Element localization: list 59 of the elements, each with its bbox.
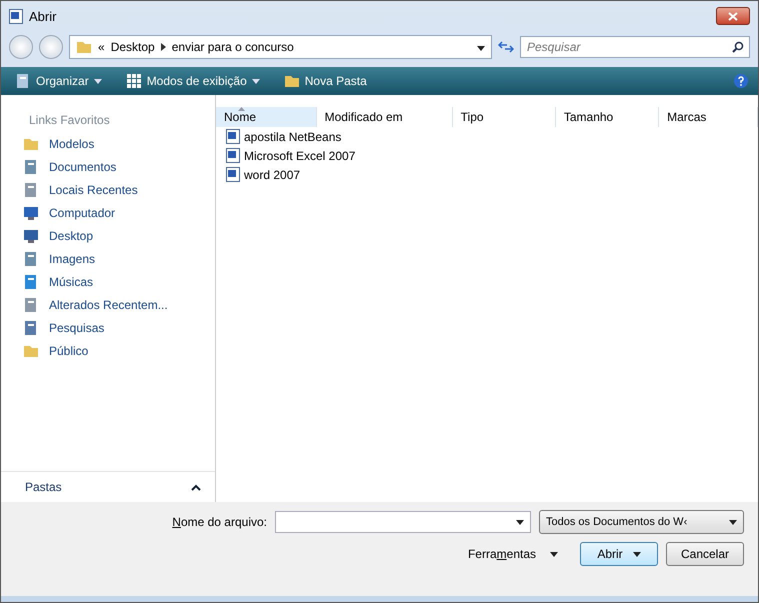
document-icon [9,8,23,24]
document-icon [226,129,240,144]
folder-icon [76,39,92,55]
cancel-button[interactable]: Cancelar [666,542,744,566]
close-icon [728,12,738,20]
filename-label: Nome do arquivo: [172,515,267,529]
sidebar-heading: Links Favoritos [28,112,111,129]
sidebar-item[interactable]: Imagens [1,248,215,271]
file-name[interactable]: word 2007 [244,168,300,182]
window-title: Abrir [29,8,56,24]
sidebar-item[interactable]: Documentos [1,156,215,179]
arrow-icon [160,43,166,51]
address-bar[interactable]: « Desktop enviar para o concurso [69,35,492,59]
document-icon [226,167,240,182]
forward-button[interactable] [39,35,63,59]
folder-icon [23,136,39,152]
folder-icon [23,343,39,359]
sidebar-item[interactable]: Pesquisas [1,317,215,340]
toolbar-button[interactable]: Nova Pasta [280,71,371,91]
monitor-icon [23,228,39,244]
sort-arrow-icon [238,107,245,111]
column-header[interactable]: Tipo [452,107,556,127]
caret-icon [550,552,558,556]
sidebar-item[interactable]: Alterados Recentem... [1,294,215,317]
sidebar-item[interactable]: Computador [1,202,215,225]
caret-icon [477,46,485,51]
column-header[interactable]: Modificado em [316,107,453,127]
document-icon [23,159,39,175]
help-icon[interactable] [734,74,748,88]
sidebar-item[interactable]: Público [1,340,215,363]
sidebar-item[interactable]: Modelos [1,133,215,156]
sidebar-item[interactable]: Locais Recentes [1,179,215,202]
document-icon [226,148,240,163]
pages-icon [15,73,31,89]
back-button[interactable] [9,35,33,59]
toolbar-button[interactable]: Organizar [11,71,106,91]
toolbar-button[interactable]: Modos de exibição [122,71,264,91]
caret-icon [252,78,260,84]
search-icon [732,41,744,53]
file-name[interactable]: Microsoft Excel 2007 [244,148,356,162]
sidebar-item[interactable]: Músicas [1,271,215,294]
monitor-icon [23,205,39,221]
grid-icon [126,73,142,89]
sidebar-item[interactable]: Desktop [1,225,215,248]
caret-icon [94,78,102,84]
search-field[interactable]: Pesquisar [520,36,750,58]
column-header[interactable]: Nome [216,107,317,127]
filename-field[interactable] [275,511,531,533]
refresh-icon[interactable] [498,41,514,53]
open-button[interactable]: Abrir [580,542,658,566]
file-type-dropdown[interactable]: Todos os Documentos do W‹ [539,510,744,534]
document-icon [23,251,39,267]
caret-icon [729,520,737,524]
file-name[interactable]: apostila NetBeans [244,130,342,144]
caret-icon [516,520,524,524]
close-button[interactable] [716,7,750,25]
caret-icon [632,552,641,556]
folder-icon [284,73,300,89]
tools-button[interactable]: Ferramentas [462,546,564,562]
